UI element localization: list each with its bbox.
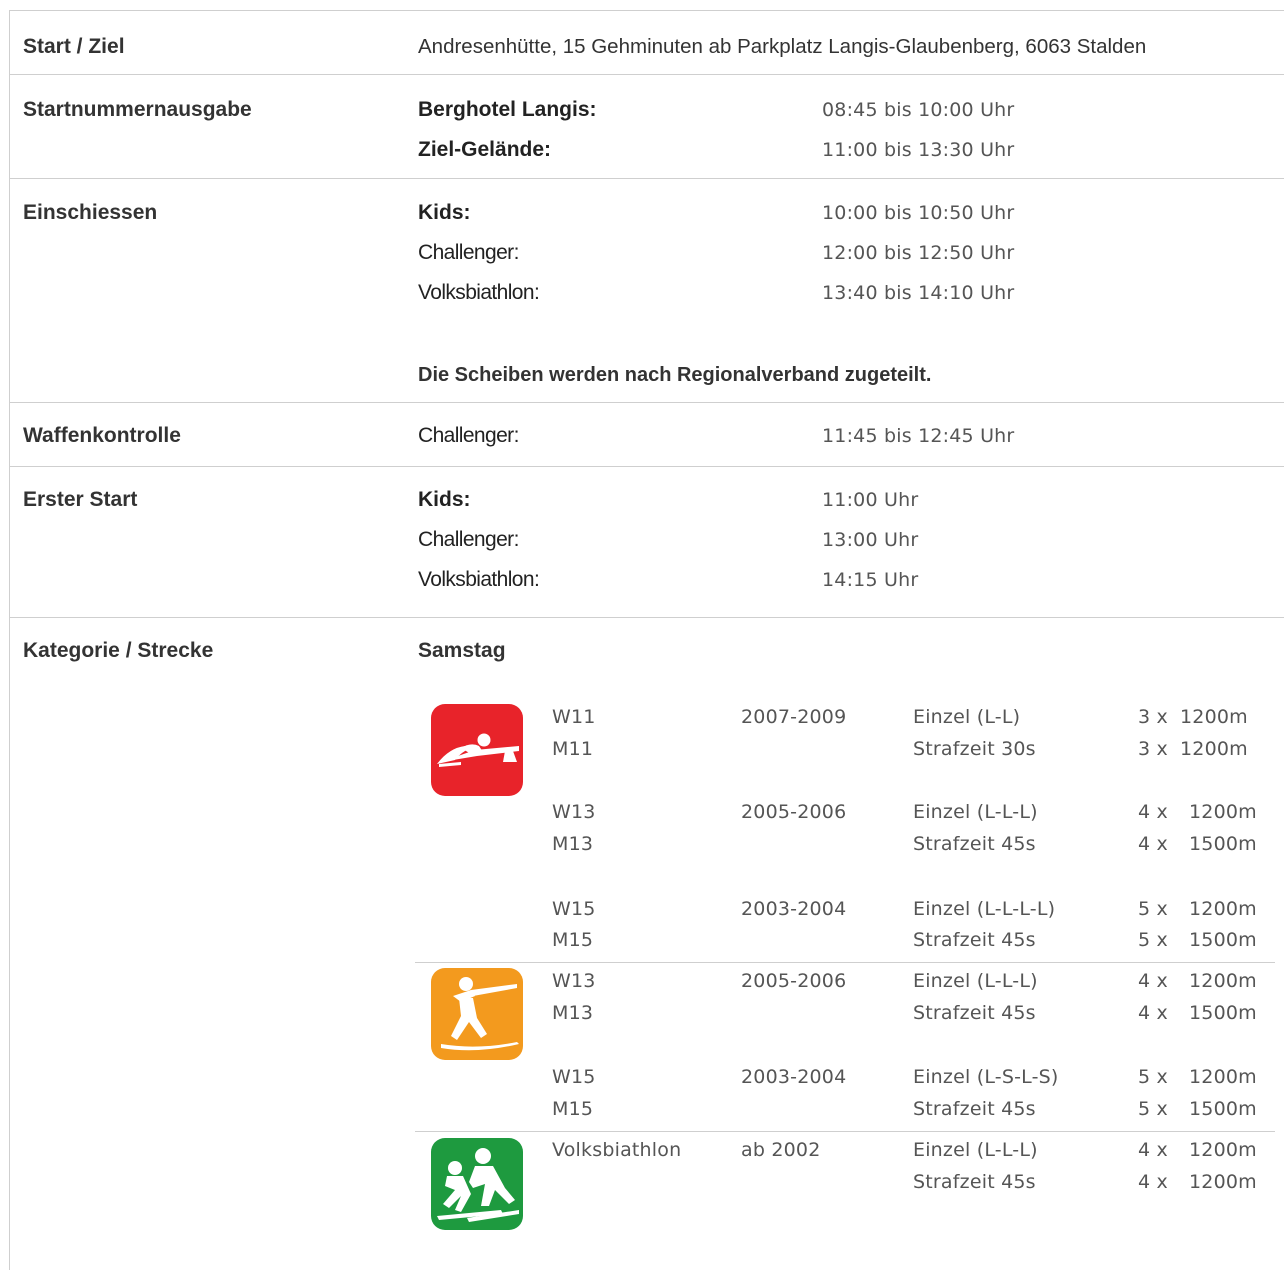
laps-cell: 5 x	[1138, 898, 1168, 920]
startnummern-place: Ziel-Gelände:	[418, 138, 552, 161]
year-cell: 2007-2009	[741, 706, 847, 728]
distance-cell: 1500m	[1189, 833, 1257, 855]
category-cell: W15	[552, 1066, 596, 1088]
laps-cell: 4 x	[1138, 833, 1168, 855]
biathlete-shooting-icon	[431, 968, 523, 1060]
category-cell: W11	[552, 706, 596, 728]
mode-cell: Einzel (L-L-L-L)	[913, 898, 1056, 920]
einschiessen-category: Challenger:	[418, 241, 519, 264]
row-divider	[9, 178, 1284, 179]
group-divider	[415, 1131, 1275, 1132]
distance-cell: 1200m	[1189, 801, 1257, 823]
row-label-erster-start: Erster Start	[23, 488, 138, 511]
distance-cell: 1200m	[1180, 738, 1248, 760]
row-divider	[9, 617, 1284, 618]
start-ziel-location: Andresenhütte, 15 Gehminuten ab Parkplat…	[418, 35, 1147, 58]
category-cell: M13	[552, 1002, 594, 1024]
mode-cell: Strafzeit 30s	[913, 738, 1036, 760]
cross-country-skiers-icon	[431, 1138, 523, 1230]
category-cell: M15	[552, 1098, 594, 1120]
erster-start-category: Kids:	[418, 488, 471, 511]
row-divider	[9, 74, 1284, 75]
erster-start-category: Challenger:	[418, 528, 519, 551]
mode-cell: Einzel (L-L-L)	[913, 801, 1038, 823]
mode-cell: Strafzeit 45s	[913, 1002, 1036, 1024]
category-cell: W15	[552, 898, 596, 920]
distance-cell: 1200m	[1189, 1066, 1257, 1088]
laps-cell: 3 x	[1138, 738, 1168, 760]
waffenkontrolle-category: Challenger:	[418, 424, 519, 447]
row-label-einschiessen: Einschiessen	[23, 201, 158, 224]
category-cell: M13	[552, 833, 594, 855]
year-cell: 2005-2006	[741, 970, 847, 992]
row-label-waffenkontrolle: Waffenkontrolle	[23, 424, 181, 447]
laps-cell: 4 x	[1138, 1139, 1168, 1161]
erster-start-time: 13:00 Uhr	[822, 529, 919, 551]
startnummern-time: 08:45 bis 10:00 Uhr	[822, 99, 1015, 121]
einschiessen-time: 10:00 bis 10:50 Uhr	[822, 202, 1015, 224]
erster-start-time: 14:15 Uhr	[822, 569, 919, 591]
prone-shooter-icon	[431, 704, 523, 796]
einschiessen-note: Die Scheiben werden nach Regionalverband…	[418, 364, 932, 386]
einschiessen-time: 12:00 bis 12:50 Uhr	[822, 242, 1015, 264]
einschiessen-category: Volksbiathlon:	[418, 281, 540, 304]
distance-cell: 1500m	[1189, 1098, 1257, 1120]
waffenkontrolle-time: 11:45 bis 12:45 Uhr	[822, 425, 1015, 447]
day-heading: Samstag	[418, 639, 506, 662]
mode-cell: Einzel (L-S-L-S)	[913, 1066, 1059, 1088]
laps-cell: 4 x	[1138, 1171, 1168, 1193]
startnummern-time: 11:00 bis 13:30 Uhr	[822, 139, 1015, 161]
row-label-startnummernausgabe: Startnummernausgabe	[23, 98, 252, 121]
laps-cell: 5 x	[1138, 929, 1168, 951]
distance-cell: 1200m	[1189, 898, 1257, 920]
category-cell: Volksbiathlon	[552, 1139, 682, 1161]
category-cell: W13	[552, 970, 596, 992]
mode-cell: Einzel (L-L-L)	[913, 970, 1038, 992]
group-divider	[415, 962, 1275, 963]
laps-cell: 3 x	[1138, 706, 1168, 728]
year-cell: ab 2002	[741, 1139, 821, 1161]
distance-cell: 1500m	[1189, 929, 1257, 951]
category-cell: M15	[552, 929, 594, 951]
distance-cell: 1200m	[1180, 706, 1248, 728]
row-label-kategorie-strecke: Kategorie / Strecke	[23, 639, 214, 662]
erster-start-category: Volksbiathlon:	[418, 568, 540, 591]
row-label-start-ziel: Start / Ziel	[23, 35, 125, 58]
mode-cell: Einzel (L-L-L)	[913, 1139, 1038, 1161]
startnummern-place: Berghotel Langis:	[418, 98, 597, 121]
einschiessen-time: 13:40 bis 14:10 Uhr	[822, 282, 1015, 304]
year-cell: 2003-2004	[741, 1066, 847, 1088]
laps-cell: 5 x	[1138, 1066, 1168, 1088]
laps-cell: 4 x	[1138, 1002, 1168, 1024]
mode-cell: Einzel (L-L)	[913, 706, 1021, 728]
mode-cell: Strafzeit 45s	[913, 833, 1036, 855]
row-divider	[9, 402, 1284, 403]
category-cell: W13	[552, 801, 596, 823]
category-cell: M11	[552, 738, 594, 760]
mode-cell: Strafzeit 45s	[913, 929, 1036, 951]
distance-cell: 1200m	[1189, 1171, 1257, 1193]
erster-start-time: 11:00 Uhr	[822, 489, 919, 511]
laps-cell: 5 x	[1138, 1098, 1168, 1120]
year-cell: 2003-2004	[741, 898, 847, 920]
distance-cell: 1200m	[1189, 1139, 1257, 1161]
distance-cell: 1200m	[1189, 970, 1257, 992]
laps-cell: 4 x	[1138, 970, 1168, 992]
distance-cell: 1500m	[1189, 1002, 1257, 1024]
einschiessen-category: Kids:	[418, 201, 471, 224]
mode-cell: Strafzeit 45s	[913, 1171, 1036, 1193]
mode-cell: Strafzeit 45s	[913, 1098, 1036, 1120]
row-divider	[9, 466, 1284, 467]
laps-cell: 4 x	[1138, 801, 1168, 823]
year-cell: 2005-2006	[741, 801, 847, 823]
